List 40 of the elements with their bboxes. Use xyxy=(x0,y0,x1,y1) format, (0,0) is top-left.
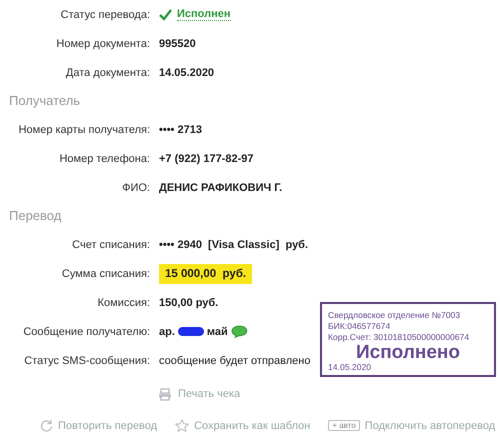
stamp-text: БИК:046577674 xyxy=(328,321,392,332)
detail-label: Сообщение получателю: xyxy=(22,326,150,338)
action-link[interactable]: Сохранить как шаблон xyxy=(175,419,310,432)
message-value: ар. май xyxy=(159,325,248,338)
print-receipt-link[interactable]: Печать чека xyxy=(178,388,240,400)
section-title: Получатель xyxy=(8,92,82,110)
detail-label: Статус перевода: xyxy=(60,8,150,20)
detail-label: Номер карты получателя: xyxy=(18,124,150,136)
star-icon xyxy=(175,419,190,432)
printer-icon xyxy=(158,388,172,400)
sms-bubble-icon xyxy=(230,325,248,338)
refresh-icon xyxy=(40,419,53,432)
stamp-date: 14.05.2020 xyxy=(328,362,372,373)
detail-label: ФИО: xyxy=(121,182,150,194)
detail-value: •••• 2713 xyxy=(159,124,202,136)
stamp-text: Корр.Счет: 30101810500000000674 xyxy=(328,332,470,343)
detail-value: 995520 xyxy=(159,38,196,50)
stamp-text: Свердловское отделение №7003 xyxy=(328,310,462,321)
detail-value: +7 (922) 177-82-97 xyxy=(159,152,254,164)
detail-label: Номер телефона: xyxy=(58,152,150,164)
section-title: Перевод xyxy=(8,207,62,225)
detail-label: Дата документа: xyxy=(64,66,150,78)
detail-label: Номер документа: xyxy=(55,38,150,50)
amount-value: 15 000,00 руб. xyxy=(159,264,252,284)
detail-value: •••• 2940 [Visa Classic] руб. xyxy=(159,238,308,250)
detail-label: Сумма списания: xyxy=(60,268,150,280)
auto-badge: + авто xyxy=(328,420,360,431)
detail-label: Комиссия: xyxy=(96,296,150,308)
detail-label: Счет списания: xyxy=(71,238,150,250)
action-link[interactable]: + авто Подключить автоперевод xyxy=(328,420,496,432)
action-link[interactable]: Повторить перевод xyxy=(40,419,158,432)
redaction-mark xyxy=(178,327,204,336)
detail-label: Статус SMS-сообщения: xyxy=(23,354,150,366)
detail-value: ДЕНИС РАФИКОВИЧ Г. xyxy=(159,182,282,194)
detail-value: 14.05.2020 xyxy=(159,66,214,78)
checkmark-icon xyxy=(159,8,172,20)
status-value[interactable]: Исполнен xyxy=(177,8,231,21)
stamp-status: Исполнено xyxy=(354,344,462,362)
detail-value: сообщение будет отправлено xyxy=(159,354,310,366)
detail-value: 150,00 руб. xyxy=(159,296,218,308)
